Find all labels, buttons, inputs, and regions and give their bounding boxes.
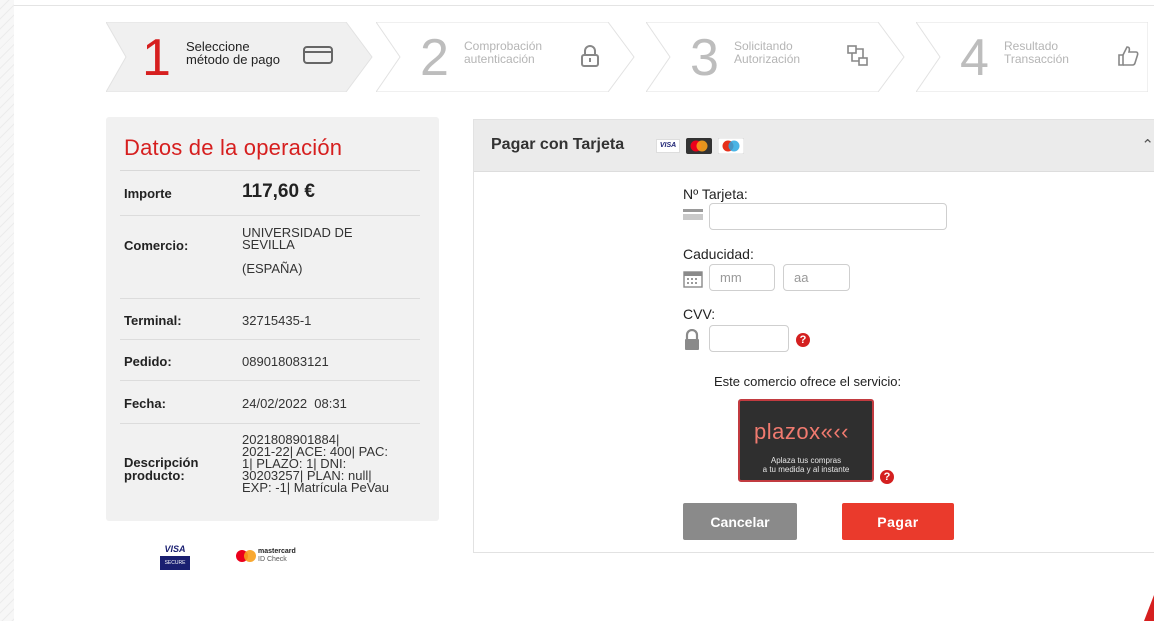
plazox-tagline-line1: Aplaza tus compras [770,456,842,465]
card-payment-panel: Pagar con Tarjeta VISA ⌃ [473,119,1154,553]
step-1-label-line2: método de pago [186,52,280,67]
plazox-tagline-line2: a tu medida y al instante [762,465,850,474]
operation-panel: Datos de la operación Importe 117,60 € C… [106,117,439,521]
row-importe: Importe 117,60 € [120,171,420,216]
plazox-tagline: Aplaza tus compras a tu medida y al inst… [740,456,872,474]
step-3-label-line2: Autorización [734,52,801,66]
lock-icon [581,45,599,67]
comercio-label: Comercio: [124,238,189,253]
card-number-input[interactable] [709,203,947,230]
service-text: Este comercio ofrece el servicio: [714,374,902,389]
fecha-label: Fecha: [124,396,166,411]
comercio-value: UNIVERSIDAD DE SEVILLA (ESPAÑA) [242,226,353,276]
expiry-label: Caducidad: [683,246,754,262]
padlock-icon [685,329,699,350]
descripcion-label: Descripción producto: [124,456,198,482]
cancel-button[interactable]: Cancelar [683,503,797,540]
maestro-mini-logo [718,138,744,154]
visa-mini-logo: VISA [656,139,680,153]
fecha-value: 24/02/2022 08:31 [242,396,347,411]
pedido-value: 089018083121 [242,354,329,369]
cvv-label: CVV: [683,306,716,322]
step-3-label: Solicitando Autorización [734,40,800,66]
descripcion-label-line2: producto: [124,468,185,483]
row-comercio: Comercio: UNIVERSIDAD DE SEVILLA (ESPAÑA… [120,216,420,299]
comercio-value-line3: (ESPAÑA) [242,261,303,276]
descripcion-line: EXP: -1| Matrícula PeVau [242,480,389,495]
terminal-value: 32715435-1 [242,313,312,328]
importe-label: Importe [124,186,172,201]
progress-steps: 1 Seleccione método de pago 2 Comprobaci… [106,22,1148,92]
card-number-label: Nº Tarjeta: [683,186,748,202]
row-terminal: Terminal: 32715435-1 [120,299,420,340]
step-4: 4 Resultado Transacción [916,22,1148,92]
plazox-logo: plazox«‹‹ [754,419,849,444]
row-descripcion: Descripción producto: 2021808901884| 202… [120,424,420,516]
corner-decoration [1144,595,1154,621]
step-2-number: 2 [420,29,449,87]
pay-button[interactable]: Pagar [842,503,954,540]
card-payment-header[interactable]: Pagar con Tarjeta VISA ⌃ [474,120,1154,172]
cvv-input[interactable] [709,325,789,352]
step-1-number: 1 [142,29,171,87]
step-4-label-line2: Transacción [1004,52,1069,66]
card-mini-icon [683,209,703,221]
expiry-year-input[interactable] [783,264,850,291]
step-1: 1 Seleccione método de pago [106,22,374,92]
cvv-help-icon[interactable]: ? [796,333,810,347]
card-payment-title: Pagar con Tarjeta [491,136,625,153]
row-fecha: Fecha: 24/02/2022 08:31 [120,381,420,424]
step-2-label-line2: autenticación [464,52,535,66]
mastercard-icon [236,550,256,562]
terminal-label: Terminal: [124,313,182,328]
visa-secure-sub: SECURE [160,556,190,570]
top-border [14,0,1154,6]
importe-value: 117,60 € [242,181,315,202]
collapse-chevron-icon[interactable]: ⌃ [1141,136,1154,154]
step-4-number: 4 [960,29,989,87]
mastercard-mini-logo [686,138,712,154]
plazox-financing-button[interactable]: plazox«‹‹ Aplaza tus compras a tu medida… [738,399,874,482]
descripcion-value: 2021808901884| 2021-22| ACE: 400| PAC: 1… [242,433,422,495]
mastercard-text: mastercard [258,548,296,555]
step-2-label: Comprobación autenticación [464,40,542,66]
visa-secure-text: VISA [164,544,186,554]
network-icon [847,45,868,66]
id-check-text: ID Check [258,556,287,563]
calendar-icon [683,271,703,288]
credit-card-icon [303,46,333,64]
step-4-label: Resultado Transacción [1004,40,1069,66]
expiry-month-input[interactable] [709,264,775,291]
step-3-number: 3 [690,29,719,87]
step-1-label: Seleccione método de pago [186,40,280,66]
visa-secure-logo: VISA SECURE [160,544,190,574]
operation-title: Datos de la operación [124,135,343,160]
mastercard-id-check-logo: mastercard ID Check [236,548,326,568]
step-3: 3 Solicitando Autorización [646,22,914,92]
row-pedido: Pedido: 089018083121 [120,340,420,381]
step-2: 2 Comprobación autenticación [376,22,644,92]
comercio-value-line2: SEVILLA [242,237,295,252]
plazox-help-icon[interactable]: ? [880,470,894,484]
thumbs-up-icon [1118,46,1139,66]
pedido-label: Pedido: [124,354,172,369]
